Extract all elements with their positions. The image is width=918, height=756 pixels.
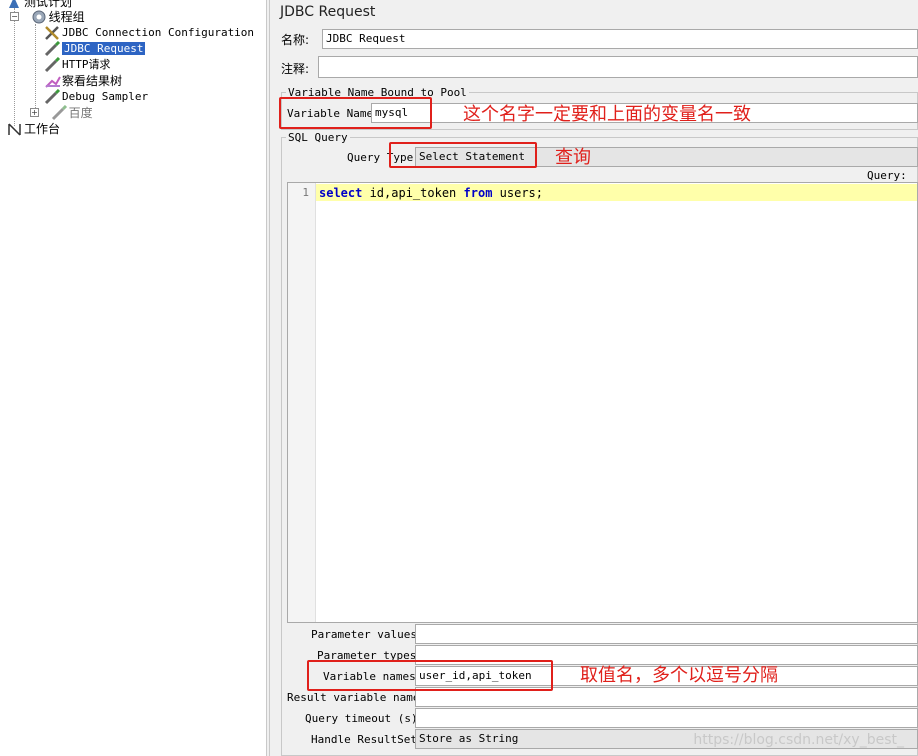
code-table: users;	[492, 186, 543, 200]
sql-editor[interactable]: 1 select id,api_token from users;	[287, 182, 918, 623]
tree-item-jdbc-request[interactable]: JDBC Request	[44, 40, 146, 57]
sampler-pen-icon	[44, 56, 62, 73]
sampler-pen-icon	[51, 104, 69, 121]
query-timeout-input[interactable]	[415, 708, 918, 728]
collapse-toggle-icon[interactable]: −	[10, 12, 19, 21]
tree-item-thread-group[interactable]: − 线程组	[10, 9, 85, 25]
annotation-box-query-type	[389, 142, 537, 168]
query-label: Query:	[867, 169, 907, 182]
line-number: 1	[302, 186, 309, 199]
editor-gutter: 1	[288, 183, 316, 622]
parameter-values-label: Parameter values:	[311, 628, 424, 641]
comment-field[interactable]	[318, 56, 918, 78]
keyword-select: select	[319, 186, 363, 200]
sql-code: select id,api_token from users;	[319, 186, 543, 200]
parameter-values-input[interactable]	[415, 624, 918, 644]
comment-label: 注释:	[281, 62, 310, 76]
annotation-note-variable-names: 取值名，多个以逗号分隔	[580, 665, 778, 686]
annotation-note-query: 查询	[555, 147, 591, 168]
keyword-from: from	[463, 186, 493, 200]
tree-item-debug-sampler[interactable]: Debug Sampler	[44, 88, 148, 105]
tree-guide-line	[35, 24, 36, 112]
name-field[interactable]: JDBC Request	[322, 29, 918, 49]
tree-item-http-request[interactable]: HTTP请求	[44, 56, 111, 73]
tree-item-jdbc-connection-configuration[interactable]: JDBC Connection Configuration	[44, 25, 254, 41]
expand-toggle-icon[interactable]: +	[30, 108, 39, 117]
annotation-note-variable-name: 这个名字一定要和上面的变量名一致	[463, 104, 751, 125]
handle-resultset-label: Handle ResultSet:	[311, 733, 424, 746]
tree-item-workbench[interactable]: 工作台	[6, 121, 60, 137]
name-label: 名称:	[281, 33, 310, 47]
result-variable-name-label: Result variable name:	[287, 691, 427, 704]
test-plan-tree[interactable]: 测试计划 − 线程组 JDBC Connection Configuration…	[0, 0, 266, 756]
sampler-pen-icon	[44, 88, 62, 105]
panel-title: JDBC Request	[280, 4, 376, 20]
sampler-pen-icon	[44, 40, 62, 57]
tree-item-view-results-tree[interactable]: 察看结果树	[44, 73, 122, 89]
code-columns: id,api_token	[362, 186, 464, 200]
listener-chart-icon	[44, 73, 62, 89]
workbench-icon	[6, 121, 24, 137]
query-timeout-label: Query timeout (s):	[305, 712, 425, 725]
sql-query-group-title: SQL Query	[286, 131, 350, 144]
annotation-box-variable-names	[307, 660, 553, 691]
tree-item-baidu[interactable]: + 百度	[30, 104, 93, 121]
annotation-box-variable-name	[279, 97, 432, 129]
tree-guide-line	[14, 8, 15, 126]
gear-icon	[31, 9, 49, 25]
watermark: https://blog.csdn.net/xy_best_	[693, 732, 904, 748]
wrench-icon	[44, 25, 62, 41]
